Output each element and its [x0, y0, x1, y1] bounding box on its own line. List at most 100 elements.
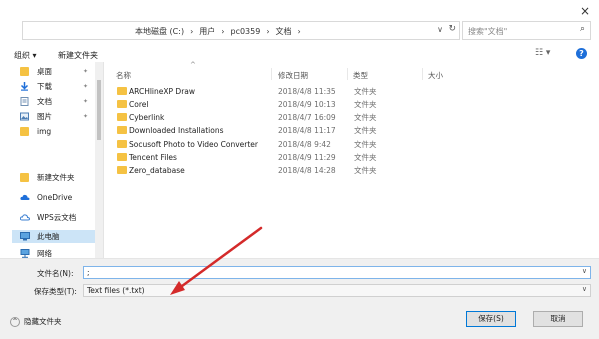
chevron-down-icon[interactable]: ∨	[582, 267, 587, 275]
breadcrumb: 本地磁盘 (C:) › 用户 › pc0359 › 文档 ›	[135, 26, 307, 37]
sidebar-item-label: 新建文件夹	[37, 173, 75, 182]
cloud-icon	[20, 193, 30, 202]
cancel-button[interactable]: 取消	[533, 311, 583, 327]
column-header-type[interactable]: 类型	[353, 70, 368, 81]
breadcrumb-local-disk[interactable]: 本地磁盘 (C:)	[135, 27, 184, 36]
network-icon	[20, 249, 30, 258]
file-type: 文件夹	[354, 126, 377, 135]
file-name: Corel	[129, 100, 149, 109]
sidebar-item-label: WPS云文档	[37, 213, 77, 222]
file-date: 2018/4/7 16:09	[278, 113, 336, 122]
search-icon[interactable]: ⌕	[580, 24, 585, 34]
pane-divider	[103, 62, 104, 258]
picture-icon	[20, 112, 29, 121]
file-row[interactable]: Tencent Files 2018/4/9 11:29 文件夹	[112, 151, 492, 164]
folder-icon	[117, 100, 127, 108]
sidebar-item-label: 此电脑	[37, 232, 60, 241]
folder-icon	[117, 166, 127, 174]
help-icon[interactable]: ?	[576, 48, 587, 59]
computer-icon	[20, 232, 30, 241]
file-date: 2018/4/8 14:28	[278, 166, 336, 175]
file-row[interactable]: Socusoft Photo to Video Converter 2018/4…	[112, 138, 492, 151]
file-type: 文件夹	[354, 153, 377, 162]
file-date: 2018/4/8 11:35	[278, 87, 336, 96]
sidebar-item-label: 文档	[37, 97, 52, 106]
file-date: 2018/4/9 11:29	[278, 153, 336, 162]
folder-icon	[20, 173, 29, 182]
column-separator[interactable]	[347, 68, 348, 80]
file-name: ARCHlineXP Draw	[129, 87, 196, 96]
column-header-name[interactable]: 名称	[116, 70, 131, 81]
column-separator[interactable]	[271, 68, 272, 80]
file-type: 文件夹	[354, 87, 377, 96]
breadcrumb-separator[interactable]: ›	[221, 27, 224, 36]
download-icon	[20, 82, 29, 91]
refresh-icon[interactable]: ↻	[448, 24, 456, 34]
filename-input[interactable]: ; ∨	[83, 266, 591, 279]
file-name: Downloaded Installations	[129, 126, 224, 135]
file-type: 文件夹	[354, 113, 377, 122]
pin-icon: ✦	[83, 113, 89, 120]
file-name: Cyberlink	[129, 113, 165, 122]
save-button[interactable]: 保存(S)	[466, 311, 516, 327]
sidebar-item-label: OneDrive	[37, 193, 73, 202]
folder-icon	[117, 87, 127, 95]
filetype-label: 保存类型(T):	[34, 287, 77, 296]
scrollbar-thumb[interactable]	[97, 80, 101, 140]
breadcrumb-separator[interactable]: ›	[190, 27, 193, 36]
filetype-value[interactable]: Text files (*.txt)	[87, 286, 145, 295]
collapse-icon: ^	[10, 317, 20, 327]
organize-button[interactable]: 组织 ▾	[14, 50, 37, 61]
file-type: 文件夹	[354, 140, 377, 149]
filetype-select[interactable]: Text files (*.txt) ∨	[83, 284, 591, 297]
sidebar-scrollbar[interactable]	[95, 62, 103, 258]
column-separator[interactable]	[422, 68, 423, 80]
filename-value[interactable]: ;	[87, 268, 90, 277]
search-box[interactable]: 搜索"文档" ⌕	[462, 21, 591, 40]
hide-folders-label: 隐藏文件夹	[24, 317, 62, 326]
sidebar-item-img[interactable]: img	[12, 125, 95, 138]
file-name: Tencent Files	[129, 153, 177, 162]
chevron-down-icon[interactable]: ∨	[582, 285, 587, 293]
file-type: 文件夹	[354, 166, 377, 175]
breadcrumb-user[interactable]: pc0359	[230, 27, 260, 36]
sidebar-item-pictures[interactable]: 图片 ✦	[12, 110, 95, 123]
breadcrumb-documents[interactable]: 文档	[276, 27, 292, 36]
address-dropdown-icon[interactable]: ∨	[437, 25, 443, 34]
search-placeholder[interactable]: 搜索"文档"	[468, 26, 507, 37]
file-row[interactable]: Zero_database 2018/4/8 14:28 文件夹	[112, 164, 492, 177]
breadcrumb-users[interactable]: 用户	[199, 27, 215, 36]
file-row[interactable]: Cyberlink 2018/4/7 16:09 文件夹	[112, 111, 492, 124]
filename-label: 文件名(N):	[37, 269, 74, 278]
breadcrumb-separator[interactable]: ›	[266, 27, 269, 36]
sidebar-item-downloads[interactable]: 下载 ✦	[12, 80, 95, 93]
file-row[interactable]: ARCHlineXP Draw 2018/4/8 11:35 文件夹	[112, 85, 492, 98]
close-button[interactable]: ×	[578, 4, 592, 18]
column-header-date[interactable]: 修改日期	[278, 70, 308, 81]
view-options-icon[interactable]: ☷ ▾	[535, 48, 550, 58]
address-bar[interactable]: 本地磁盘 (C:) › 用户 › pc0359 › 文档 › ∨ ↻	[22, 21, 460, 40]
file-date: 2018/4/8 11:17	[278, 126, 336, 135]
hide-folders-button[interactable]: ^ 隐藏文件夹	[10, 316, 62, 327]
sidebar-item-label: img	[37, 127, 52, 136]
sidebar-item-desktop[interactable]: 桌面 ✦	[12, 65, 95, 78]
file-name: Zero_database	[129, 166, 185, 175]
file-row[interactable]: Corel 2018/4/9 10:13 文件夹	[112, 98, 492, 111]
sidebar-item-this-pc[interactable]: 此电脑	[12, 230, 95, 243]
cloud-icon	[19, 213, 31, 222]
folder-icon	[117, 113, 127, 121]
sort-indicator-icon: ^	[190, 61, 196, 69]
folder-icon	[20, 67, 29, 76]
breadcrumb-separator[interactable]: ›	[298, 27, 301, 36]
sidebar-item-onedrive[interactable]: OneDrive	[12, 191, 95, 204]
sidebar-item-new-folder[interactable]: 新建文件夹	[12, 171, 95, 184]
sidebar-item-wps-cloud[interactable]: WPS云文档	[12, 211, 95, 224]
sidebar-item-label: 图片	[37, 112, 52, 121]
sidebar-item-documents[interactable]: 文档 ✦	[12, 95, 95, 108]
file-row[interactable]: Downloaded Installations 2018/4/8 11:17 …	[112, 124, 492, 137]
pin-icon: ✦	[83, 68, 89, 75]
document-icon	[20, 97, 29, 106]
sidebar-item-label: 桌面	[37, 67, 52, 76]
new-folder-button[interactable]: 新建文件夹	[58, 50, 98, 61]
column-header-size[interactable]: 大小	[428, 70, 443, 81]
